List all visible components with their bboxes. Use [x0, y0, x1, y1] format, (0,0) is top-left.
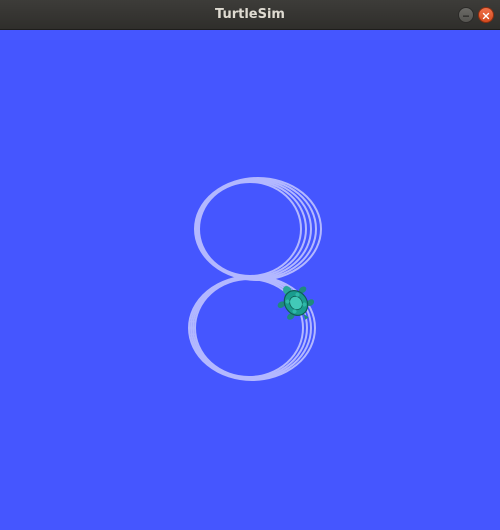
- close-icon: [482, 12, 490, 20]
- titlebar[interactable]: TurtleSim: [0, 0, 500, 30]
- path-top-loop-5: [198, 181, 302, 277]
- close-button[interactable]: [478, 7, 494, 23]
- turtle-path-drawing: [188, 177, 322, 381]
- minimize-icon: [463, 15, 469, 17]
- minimize-button[interactable]: [458, 7, 474, 23]
- turtle-canvas: [0, 30, 500, 530]
- turtlesim-window: TurtleSim: [0, 0, 500, 530]
- window-title: TurtleSim: [215, 7, 285, 22]
